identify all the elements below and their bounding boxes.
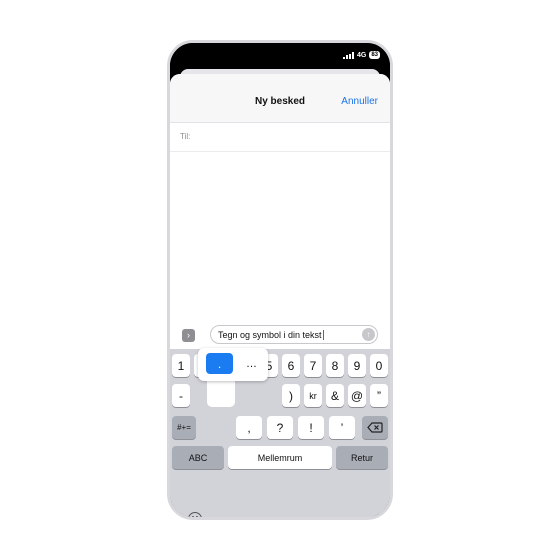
cancel-button[interactable]: Annuller [341,96,378,107]
key-apostrophe[interactable]: ’ [329,416,355,439]
status-bar: 4G 83 [170,43,390,69]
status-indicators: 4G 83 [342,51,380,59]
compose-bar: › Tegn og symbol i din tekst ↑ [170,323,390,349]
phone-frame: 4G 83 Ny besked Annuller Til: › Tegn og … [167,40,393,520]
key-9[interactable]: 9 [348,354,366,377]
key-alternates-popup: . … [198,348,268,381]
key-quote[interactable]: ” [370,384,388,407]
key-kr[interactable]: kr [304,384,322,407]
key-comma[interactable]: , [236,416,262,439]
battery-icon: 83 [369,51,380,59]
key-more-symbols[interactable]: #+= [172,416,196,439]
screen: 4G 83 Ny besked Annuller Til: › Tegn og … [170,43,390,517]
recipient-field[interactable]: Til: [170,123,390,152]
popup-option-period[interactable]: . [206,353,233,374]
key-exclamation[interactable]: ! [298,416,324,439]
key-at[interactable]: @ [348,384,366,407]
return-button[interactable]: Retur [336,446,388,469]
space-bar[interactable]: Mellemrum [228,446,332,469]
popup-stem [207,377,235,407]
apps-icon[interactable]: › [182,329,195,342]
key-dash[interactable]: - [172,384,190,407]
key-0[interactable]: 0 [370,354,388,377]
abc-button[interactable]: ABC [172,446,224,469]
key-close-paren[interactable]: ) [282,384,300,407]
key-1[interactable]: 1 [172,354,190,377]
key-question[interactable]: ? [267,416,293,439]
text-cursor [322,330,324,340]
backspace-button[interactable] [362,416,388,439]
recipient-label: Til: [180,132,191,141]
new-message-sheet: Ny besked Annuller Til: › Tegn og symbol… [170,74,390,517]
message-input[interactable]: Tegn og symbol i din tekst ↑ [210,325,378,344]
key-8[interactable]: 8 [326,354,344,377]
key-ampersand[interactable]: & [326,384,344,407]
message-text: Tegn og symbol i din tekst [218,330,324,340]
signal-icon [342,51,354,59]
key-6[interactable]: 6 [282,354,300,377]
send-icon[interactable]: ↑ [362,328,375,341]
network-label: 4G [356,51,367,59]
navigation-bar: Ny besked Annuller [170,74,390,123]
backspace-icon [367,422,383,433]
key-7[interactable]: 7 [304,354,322,377]
popup-option-ellipsis[interactable]: … [238,353,265,374]
